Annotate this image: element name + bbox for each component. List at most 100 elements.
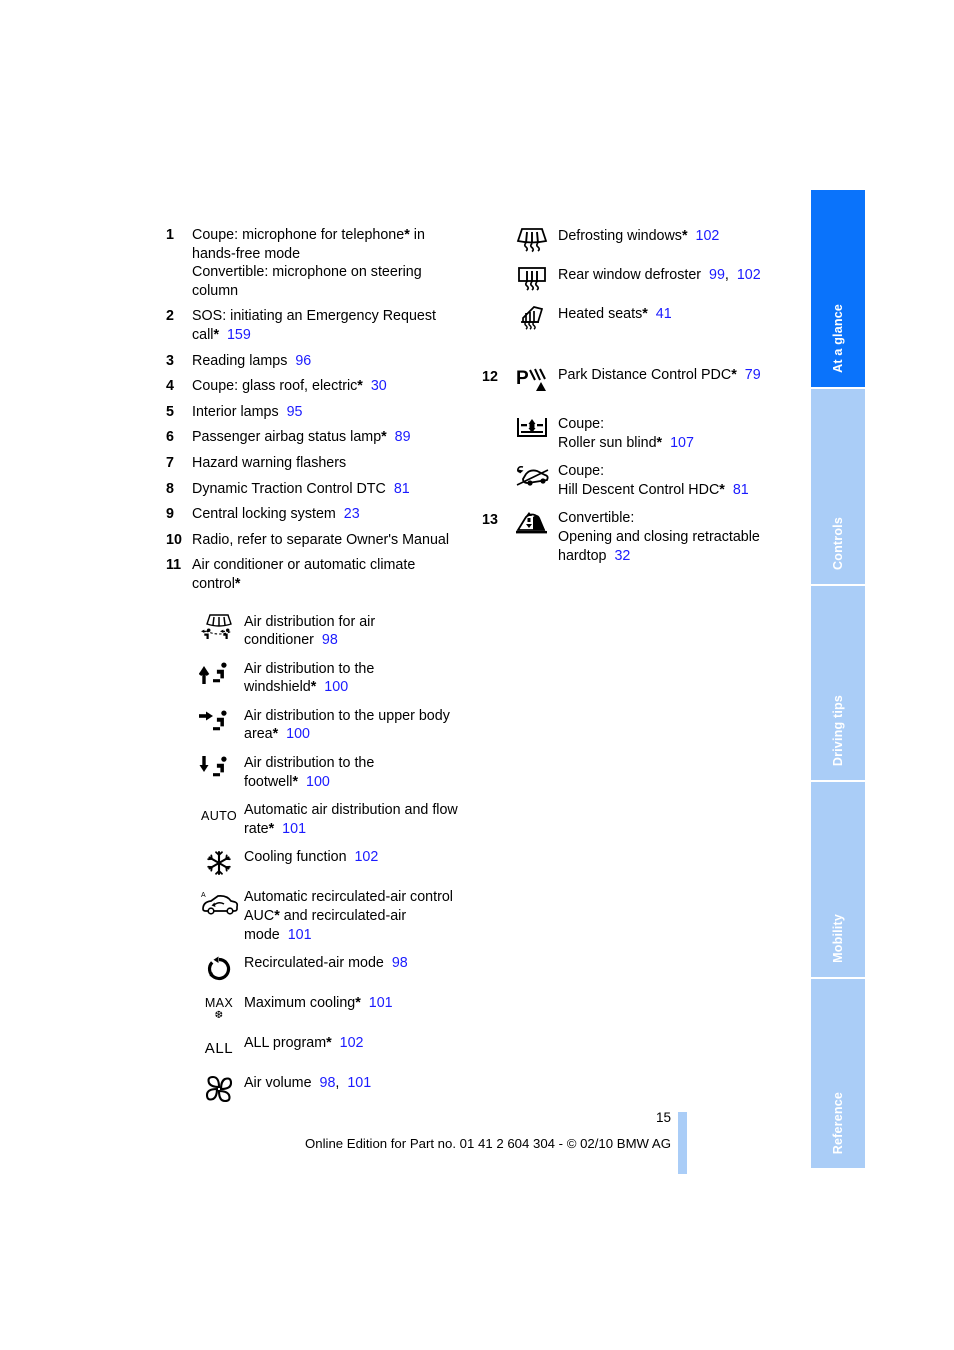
legend-number: 1 bbox=[166, 227, 174, 243]
icon-row: Cooling function 102 bbox=[194, 847, 466, 878]
page-reference-2[interactable]: 102 bbox=[737, 267, 761, 283]
icon-label-line: Roller sun blind bbox=[558, 434, 657, 451]
page-reference[interactable]: 101 bbox=[288, 927, 312, 943]
sidebar-tab-reference[interactable]: Reference bbox=[811, 979, 865, 1168]
page-reference-2[interactable]: 101 bbox=[347, 1075, 371, 1091]
icon-label: Air distribution to the footwell* 100 bbox=[244, 753, 466, 791]
page-reference[interactable]: 102 bbox=[340, 1035, 364, 1051]
legend-number: 6 bbox=[166, 429, 174, 446]
icon-row: ALL ALL program* 102 bbox=[194, 1033, 466, 1064]
max-cooling-icon: MAX ❆ bbox=[194, 993, 244, 1024]
icon-label-line: Cooling function bbox=[244, 849, 347, 866]
page-reference[interactable]: 79 bbox=[745, 367, 761, 383]
icon-row: Recirculated-air mode 98 bbox=[194, 953, 466, 984]
page-reference[interactable]: 102 bbox=[354, 849, 378, 865]
page-reference[interactable]: 98 bbox=[320, 1075, 336, 1091]
legend-number-empty bbox=[482, 414, 506, 417]
page-reference[interactable]: 99 bbox=[709, 267, 725, 283]
icon-label-line: windshield bbox=[244, 679, 311, 696]
page-reference[interactable]: 101 bbox=[282, 821, 306, 837]
hill-descent-control-icon bbox=[506, 461, 558, 491]
icon-row: A Automatic recirculated-air control AUC… bbox=[194, 887, 466, 944]
page-reference[interactable]: 89 bbox=[395, 429, 411, 445]
legend-line: column bbox=[192, 282, 239, 299]
icon-row: MAX ❆ Maximum cooling* 101 bbox=[194, 993, 466, 1024]
option-asterisk: * bbox=[381, 429, 387, 446]
park-distance-control-icon: P bbox=[506, 365, 558, 395]
legend-line: SOS: initiating an Emergency Request bbox=[192, 308, 436, 325]
svg-text:P: P bbox=[516, 368, 529, 389]
page-reference[interactable]: 159 bbox=[227, 327, 251, 343]
legend-number: 3 bbox=[166, 352, 174, 369]
icon-row: Air distribution to the upper body area*… bbox=[194, 706, 466, 744]
icon-row: Air volume 98, 101 bbox=[194, 1073, 466, 1104]
icon-row: Defrosting windows* 102 bbox=[482, 226, 782, 256]
icon-row: Air distribution to the windshield* 100 bbox=[194, 659, 466, 697]
option-asterisk: * bbox=[326, 1035, 332, 1052]
legend-line-tail: in bbox=[409, 227, 425, 243]
legend-text: Hazard warning flashers bbox=[192, 454, 347, 471]
page-reference[interactable]: 102 bbox=[696, 228, 720, 244]
legend-line: Reading lamps bbox=[192, 352, 288, 369]
legend-text: Dynamic Traction Control DTC 81 bbox=[192, 480, 466, 499]
all-text-icon-label: ALL bbox=[204, 1040, 234, 1058]
icon-label-line: Maximum cooling bbox=[244, 995, 356, 1012]
legend-text: Coupe: microphone for telephone* in hand… bbox=[192, 226, 466, 300]
legend-line: call bbox=[192, 326, 214, 343]
option-asterisk: * bbox=[642, 306, 648, 322]
icon-row: Heated seats* 41 bbox=[482, 304, 782, 334]
page-reference[interactable]: 32 bbox=[614, 548, 630, 564]
page-reference[interactable]: 101 bbox=[369, 995, 393, 1011]
page-reference[interactable]: 95 bbox=[287, 404, 303, 420]
legend-line: control bbox=[192, 575, 235, 592]
legend-line: Air conditioner or automatic climate bbox=[192, 557, 416, 574]
option-asterisk: * bbox=[681, 228, 688, 244]
sidebar-tab-at-a-glance[interactable]: At a glance bbox=[811, 190, 865, 387]
page-reference[interactable]: 23 bbox=[344, 506, 360, 522]
page-reference[interactable]: 100 bbox=[286, 726, 310, 742]
option-asterisk: * bbox=[268, 820, 275, 837]
icon-label-line: Hill Descent Control HDC bbox=[558, 481, 720, 498]
legend-line: Central locking system bbox=[192, 506, 336, 523]
legend-text: Reading lamps 96 bbox=[192, 352, 466, 371]
page-reference[interactable]: 100 bbox=[306, 774, 330, 790]
page-reference[interactable]: 98 bbox=[322, 632, 338, 648]
icon-label: Air volume 98, 101 bbox=[244, 1075, 372, 1092]
sidebar-tab-controls[interactable]: Controls bbox=[811, 388, 865, 584]
legend-item-5: 5 Interior lamps 95 bbox=[166, 403, 466, 422]
sidebar-tab-mobility[interactable]: Mobility bbox=[811, 782, 865, 978]
legend-line: Passenger airbag status lamp bbox=[192, 429, 382, 446]
legend-item-11: 11 Air conditioner or automatic climate … bbox=[166, 556, 466, 593]
page-reference[interactable]: 41 bbox=[656, 306, 672, 322]
page-reference[interactable]: 96 bbox=[295, 353, 311, 369]
icon-label-line: Air distribution to the bbox=[244, 660, 375, 677]
page-reference[interactable]: 30 bbox=[371, 378, 387, 394]
page-reference[interactable]: 100 bbox=[324, 679, 348, 695]
page-reference[interactable]: 98 bbox=[392, 955, 408, 971]
icon-label-line: Air distribution for air bbox=[244, 613, 376, 630]
legend-text: Central locking system 23 bbox=[192, 505, 466, 524]
legend-item-3: 3 Reading lamps 96 bbox=[166, 352, 466, 371]
icon-label-line: Automatic air distribution and flow bbox=[244, 802, 458, 819]
icon-label: Defrosting windows* 102 bbox=[558, 226, 782, 246]
sidebar-tab-label: At a glance bbox=[831, 303, 845, 373]
auc-recirculation-car-icon: A bbox=[194, 887, 244, 918]
legend-number: 7 bbox=[166, 454, 174, 471]
legend-number: 4 bbox=[166, 378, 174, 395]
legend-number: 12 bbox=[482, 369, 498, 385]
page-reference[interactable]: 81 bbox=[733, 482, 749, 498]
page-reference[interactable]: 81 bbox=[394, 481, 410, 497]
icon-label: Recirculated-air mode 98 bbox=[244, 953, 466, 973]
icon-row: Air distribution for air conditioner 98 bbox=[194, 612, 466, 650]
page-reference[interactable]: 107 bbox=[670, 435, 694, 451]
legend-item-13: 13 Convertible: Opening and closing retr… bbox=[482, 508, 782, 565]
legend-item-1: 1 Coupe: microphone for telephone* in ha… bbox=[166, 226, 466, 300]
defrosting-windows-icon bbox=[506, 226, 558, 256]
left-content-column: 1 Coupe: microphone for telephone* in ha… bbox=[166, 226, 466, 1113]
icon-label-line: AUC bbox=[244, 908, 275, 925]
icon-label-tail: and recirculated-air bbox=[279, 908, 407, 925]
icon-label: Convertible: Opening and closing retract… bbox=[558, 508, 782, 565]
sidebar-tab-driving-tips[interactable]: Driving tips bbox=[811, 585, 865, 781]
